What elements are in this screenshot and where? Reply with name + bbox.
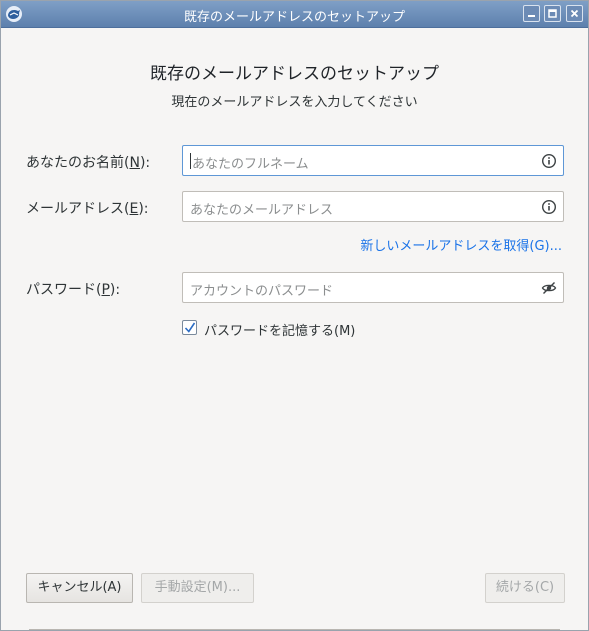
remember-password-label[interactable]: パスワードを記憶する(M) [204, 320, 355, 339]
checkmark-icon [184, 322, 196, 333]
minimize-icon [528, 15, 535, 17]
manual-config-button[interactable]: 手動設定(M)... [141, 573, 254, 603]
maximize-icon [548, 9, 557, 18]
remember-password-checkbox[interactable] [182, 320, 197, 335]
email-field[interactable]: あなたのメールアドレス [182, 191, 564, 222]
email-label: メールアドレス(E): [26, 201, 149, 217]
bottom-divider [29, 629, 560, 630]
get-new-address-link[interactable]: 新しいメールアドレスを取得(G)... [360, 235, 562, 254]
info-icon[interactable] [541, 199, 557, 215]
text-caret [190, 153, 191, 169]
maximize-button[interactable] [544, 5, 561, 22]
dialog-window: 既存のメールアドレスのセットアップ 既存のメールアドレスのセットアップ 現在のメ… [0, 0, 589, 631]
close-icon [570, 9, 579, 18]
info-icon[interactable] [541, 153, 557, 169]
continue-button[interactable]: 続ける(C) [485, 573, 565, 603]
password-placeholder: アカウントのパスワード [190, 284, 334, 299]
name-field[interactable]: あなたのフルネーム [182, 145, 564, 176]
name-label: あなたのお名前(N): [26, 155, 151, 171]
name-placeholder: あなたのフルネーム [192, 157, 309, 172]
close-button[interactable] [566, 5, 583, 22]
password-label: パスワード(P): [26, 282, 121, 298]
minimize-button[interactable] [523, 5, 540, 22]
password-field[interactable]: アカウントのパスワード [182, 272, 564, 303]
page-title: 既存のメールアドレスのセットアップ [150, 64, 439, 84]
email-placeholder: あなたのメールアドレス [190, 203, 334, 218]
title-bar: 既存のメールアドレスのセットアップ [1, 1, 588, 28]
cancel-button[interactable]: キャンセル(A) [26, 573, 133, 603]
eye-slash-icon[interactable] [541, 280, 557, 296]
window-title: 既存のメールアドレスのセットアップ [183, 10, 405, 25]
page-subtitle: 現在のメールアドレスを入力してください [171, 95, 418, 110]
